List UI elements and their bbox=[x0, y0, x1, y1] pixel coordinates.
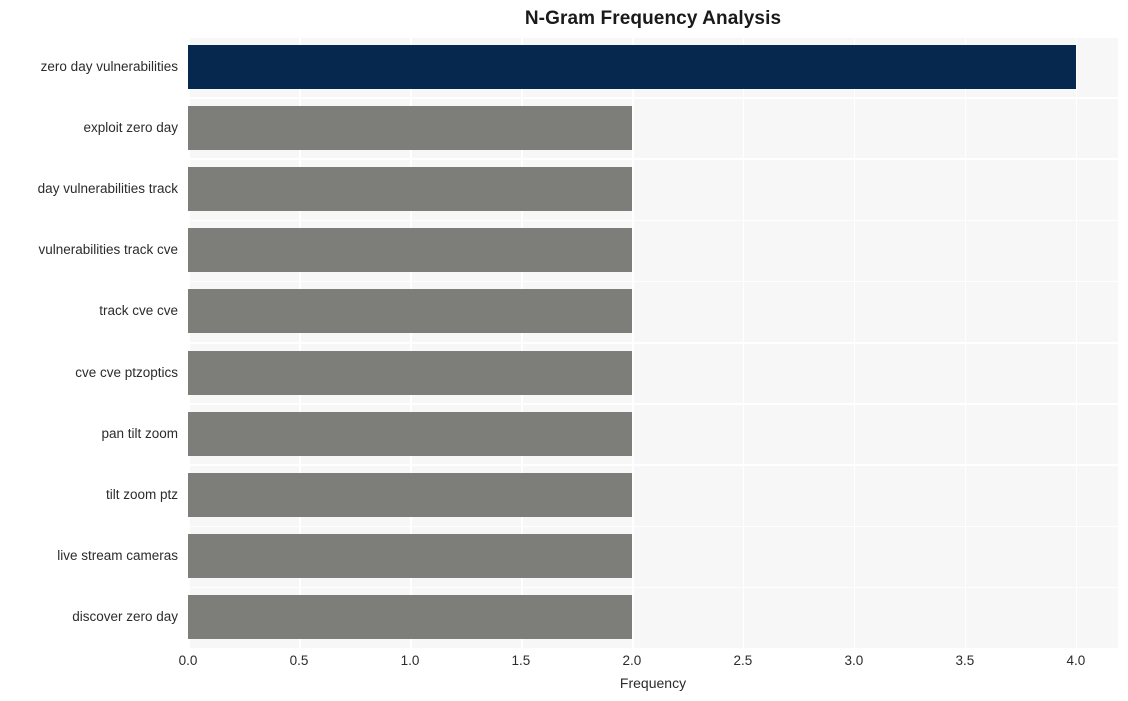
bar[interactable] bbox=[188, 473, 632, 517]
bar[interactable] bbox=[188, 595, 632, 640]
bar[interactable] bbox=[188, 411, 632, 456]
y-axis-tick-label: pan tilt zoom bbox=[101, 425, 178, 441]
x-axis-tick-labels: 0.0 0.5 1.0 1.5 2.0 2.5 3.0 3.5 4.0 bbox=[179, 652, 1118, 672]
bar[interactable] bbox=[188, 534, 632, 579]
x-axis-tick-label: 1.5 bbox=[511, 653, 531, 668]
gridline-horizontal bbox=[188, 280, 1118, 283]
gridline-horizontal bbox=[188, 586, 1118, 589]
y-axis-tick-label: exploit zero day bbox=[83, 119, 178, 135]
bar[interactable] bbox=[188, 44, 1076, 89]
y-axis-tick-label: cve cve ptzoptics bbox=[75, 364, 178, 380]
y-axis-tick-label: track cve cve bbox=[99, 303, 178, 319]
x-axis-tick-label: 0.5 bbox=[289, 653, 309, 668]
bar[interactable] bbox=[188, 105, 632, 150]
gridline-horizontal bbox=[188, 36, 1118, 38]
plot-area bbox=[188, 36, 1118, 648]
bar[interactable] bbox=[188, 350, 632, 395]
bar[interactable] bbox=[188, 289, 632, 334]
x-axis-tick-label: 1.0 bbox=[400, 653, 420, 668]
bar[interactable] bbox=[188, 167, 632, 211]
x-axis-tick-label: 3.0 bbox=[844, 653, 864, 668]
x-axis-tick-label: 2.5 bbox=[733, 653, 753, 668]
chart-title: N-Gram Frequency Analysis bbox=[524, 8, 782, 29]
y-axis-tick-label: tilt zoom ptz bbox=[105, 487, 178, 502]
x-axis-tick-label: 2.0 bbox=[622, 653, 642, 668]
gridline-horizontal bbox=[188, 158, 1118, 160]
gridline-horizontal bbox=[188, 464, 1118, 466]
x-axis-tick-label: 4.0 bbox=[1066, 653, 1086, 668]
chart-figure: N-Gram Frequency Analysis zero day vulne… bbox=[0, 0, 1128, 701]
y-axis-tick-label: day vulnerabilities track bbox=[37, 181, 178, 196]
x-axis-tick-label: 3.5 bbox=[955, 653, 975, 668]
y-axis-tick-labels: zero day vulnerabilities exploit zero day… bbox=[0, 36, 178, 648]
x-axis-label: Frequency bbox=[619, 675, 687, 691]
x-axis-tick-label: 0.0 bbox=[178, 653, 198, 668]
gridline-horizontal bbox=[188, 342, 1118, 344]
gridline-horizontal bbox=[188, 97, 1118, 99]
gridline-horizontal bbox=[188, 525, 1118, 528]
y-axis-tick-label: discover zero day bbox=[72, 609, 178, 625]
gridline-horizontal bbox=[188, 219, 1118, 222]
bar[interactable] bbox=[188, 228, 632, 273]
y-axis-tick-label: zero day vulnerabilities bbox=[40, 58, 178, 74]
y-axis-tick-label: live stream cameras bbox=[57, 548, 178, 564]
y-axis-tick-label: vulnerabilities track cve bbox=[38, 242, 178, 258]
gridline-horizontal bbox=[188, 403, 1118, 405]
